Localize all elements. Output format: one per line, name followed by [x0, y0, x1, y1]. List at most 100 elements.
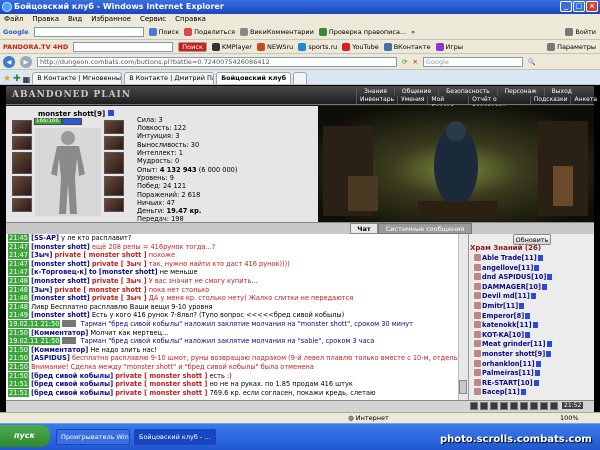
chat-nick[interactable]: [Зыч] — [31, 251, 52, 259]
menu-help[interactable]: Справка — [175, 14, 206, 25]
google-search-input[interactable] — [33, 27, 144, 37]
wiki-button[interactable]: ВикиКомментарии — [240, 28, 314, 36]
online-user[interactable]: dnd ASPIDUS[10] — [474, 273, 553, 282]
user-info-icon[interactable] — [519, 303, 525, 309]
toolbar-link-sports[interactable]: sports.ru — [298, 42, 337, 51]
refresh-icon[interactable]: ⟳ — [402, 58, 407, 66]
toolbar-link-kmplayer[interactable]: KMPlayer — [211, 42, 252, 51]
equip-slot-weapon[interactable] — [12, 152, 32, 174]
private-message-icon[interactable] — [474, 311, 481, 319]
more-button[interactable]: » — [411, 28, 415, 36]
online-user[interactable]: Meat grinder[11] — [474, 340, 552, 349]
online-user[interactable]: monster shott[9] — [474, 350, 552, 359]
help-icon[interactable] — [540, 402, 548, 410]
user-name[interactable]: dnd ASPIDUS[10] — [482, 273, 546, 281]
menu-favorites[interactable]: Избранное — [91, 14, 131, 25]
chat-mode-icon[interactable] — [490, 402, 498, 410]
private-message-icon[interactable] — [474, 254, 481, 261]
chat-timestamp[interactable]: 21:50 — [8, 345, 30, 354]
chat-nick[interactable]: private [ Зыч ] — [92, 294, 147, 302]
chat-nick[interactable]: [monster shott] — [31, 260, 90, 268]
search-button[interactable]: Поиск — [148, 28, 179, 36]
tab-vk-messages[interactable]: В Контакте | Мгновенные со... — [32, 72, 123, 84]
online-user[interactable]: KOT-KA[10] — [474, 330, 531, 340]
chat-timestamp[interactable]: 21:47 — [8, 242, 30, 251]
user-name[interactable]: orhanklon[11] — [482, 360, 535, 368]
smiley-icon[interactable] — [470, 402, 478, 410]
user-name[interactable]: angellove[11] — [482, 264, 533, 272]
user-info-icon[interactable] — [532, 322, 538, 329]
online-user[interactable]: Emperor[8] — [474, 311, 531, 321]
chat-nick[interactable]: [monster shott] — [31, 311, 90, 319]
equip-slot-earrings[interactable] — [104, 120, 124, 134]
online-user[interactable]: RE-START[10] — [474, 378, 539, 388]
chat-nick[interactable]: [ASPIDUS] — [31, 354, 70, 362]
chat-timestamp[interactable]: 21:48 — [8, 276, 30, 285]
chat-scroll-thumb[interactable] — [459, 380, 467, 394]
maximize-button[interactable]: □ — [573, 1, 585, 12]
chat-timestamp[interactable]: 21:49 — [8, 311, 30, 320]
chat-timestamp[interactable]: 21:50 — [8, 354, 30, 363]
user-info-icon[interactable] — [520, 389, 526, 396]
tab-system-messages[interactable]: Системные сообщения — [378, 223, 472, 234]
chat-nick[interactable]: private [ Зыч ] — [92, 260, 147, 268]
user-info-icon[interactable] — [547, 274, 553, 281]
translit-icon[interactable] — [510, 402, 518, 410]
chat-nick[interactable]: private [ Зыч ] — [92, 277, 147, 285]
tab-list-icon[interactable]: ▦ — [23, 75, 31, 84]
private-message-icon[interactable] — [474, 321, 481, 329]
chat-timestamp[interactable]: 21:47 — [8, 259, 30, 268]
user-name[interactable]: Emperor[8] — [482, 312, 524, 320]
private-message-icon[interactable] — [474, 359, 481, 367]
nav-transfers-report[interactable]: Отчёт о переводах — [468, 96, 530, 111]
address-input[interactable]: http://dungeon.combats.com/buttons.pl?ba… — [37, 56, 397, 67]
chat-timestamp[interactable]: 21:48 — [8, 285, 30, 294]
start-button[interactable]: пуск — [0, 425, 50, 447]
user-info-icon[interactable] — [534, 370, 540, 377]
character-name[interactable]: monster shott[9] — [38, 110, 114, 118]
chat-nick[interactable]: [Зыч] — [31, 286, 52, 294]
taskbar-item-media-player[interactable]: Проигрыватель Win... — [56, 429, 130, 445]
private-message-icon[interactable] — [474, 330, 481, 338]
chat-nick[interactable]: [monster shott] — [31, 243, 90, 251]
user-name[interactable]: KOT-KA[10] — [482, 331, 524, 339]
chat-nick[interactable]: private [ monster shott ] — [54, 286, 146, 294]
chat-nick[interactable]: [бред сивой кобылы] — [31, 372, 113, 380]
chat-nick[interactable]: private [ monster shott ] — [115, 372, 207, 380]
online-user[interactable]: orhanklon[11] — [474, 359, 541, 369]
equip-slot-shield[interactable] — [104, 152, 124, 174]
nav-exit[interactable]: Выход — [543, 88, 579, 96]
chat-nick[interactable]: [Комментатор] — [31, 329, 88, 337]
forward-button[interactable]: ▶ — [20, 55, 32, 68]
private-message-icon[interactable] — [474, 282, 481, 290]
user-info-icon[interactable] — [546, 351, 552, 357]
online-user[interactable]: angellove[11] — [474, 263, 540, 273]
chat-timestamp[interactable]: 21:50 — [8, 328, 30, 337]
tab-chat[interactable]: Чат — [350, 223, 378, 234]
stop-icon[interactable]: ✕ — [412, 58, 417, 66]
private-message-icon[interactable] — [474, 263, 481, 271]
tab-vk-profile[interactable]: В Контакте | Дмитрий Парх... — [124, 72, 215, 84]
user-info-icon[interactable] — [542, 283, 547, 290]
user-name[interactable]: Devil md[11] — [482, 292, 530, 300]
spellcheck-button[interactable]: Проверка правописа... — [318, 28, 406, 36]
private-message-icon[interactable] — [474, 369, 481, 377]
chat-nick[interactable]: [Комментатор] — [31, 346, 88, 354]
private-message-icon[interactable] — [474, 378, 481, 386]
user-info-icon[interactable] — [546, 341, 552, 348]
chat-nick[interactable]: private [ monster shott ] — [115, 380, 207, 388]
new-tab-button[interactable] — [293, 72, 308, 84]
private-message-icon[interactable] — [474, 350, 481, 357]
nav-skills[interactable]: Умения — [397, 96, 427, 104]
user-name[interactable]: Басер[11] — [482, 388, 520, 396]
info-icon[interactable] — [107, 110, 114, 116]
nav-knowledge[interactable]: Знания — [356, 88, 394, 96]
pandora-search-button[interactable]: Поиск — [178, 41, 207, 52]
online-user[interactable]: katenokk[11] — [474, 321, 538, 330]
private-message-icon[interactable] — [474, 388, 481, 396]
close-button[interactable]: × — [586, 1, 598, 12]
menu-tools[interactable]: Сервис — [140, 14, 166, 25]
user-info-icon[interactable] — [530, 293, 536, 300]
equip-slot-legs[interactable] — [104, 176, 124, 196]
minimize-button[interactable]: _ — [560, 1, 572, 12]
